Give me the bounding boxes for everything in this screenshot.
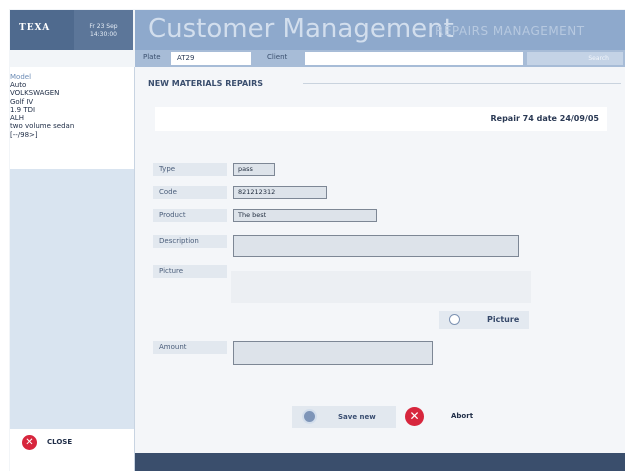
date-text: Fr 23 Sep [89, 23, 118, 30]
search-button[interactable]: Search [527, 52, 623, 65]
date-time-display: Fr 23 Sep 14:30:00 [74, 10, 133, 50]
client-label: Client [267, 53, 288, 61]
type-label: Type [153, 163, 227, 176]
picture-area [231, 271, 531, 303]
amount-label: Amount [153, 341, 227, 354]
vehicle-details: Auto VOLKSWAGEN Golf IV 1.9 TDI ALH two … [10, 81, 134, 139]
footer-bar [135, 453, 625, 471]
abort-label: Abort [451, 412, 474, 420]
repair-info: Repair 74 date 24/09/05 [490, 114, 599, 123]
client-field[interactable] [305, 52, 523, 65]
section-title: NEW MATERIALS REPAIRS [148, 79, 264, 88]
save-new-button[interactable]: Save new [292, 406, 396, 428]
amount-field[interactable] [233, 341, 433, 365]
title-bar: Customer Management REPAIRS MANAGEMENT [135, 10, 625, 50]
repair-form: NEW MATERIALS REPAIRS Repair 74 date 24/… [135, 67, 625, 453]
time-text: 14:30:00 [90, 31, 117, 38]
vehicle-line: VOLKSWAGEN [10, 89, 60, 98]
picture-button[interactable]: Picture [439, 311, 529, 329]
picture-icon [449, 314, 460, 325]
plate-label: Plate [143, 53, 161, 61]
abort-button[interactable]: ✕ Abort [403, 406, 503, 428]
abort-icon: ✕ [405, 407, 424, 426]
vehicle-line: 1.9 TDI [10, 105, 36, 114]
vehicle-line: Auto [10, 81, 27, 89]
model-header: Model [10, 73, 32, 81]
picture-label: Picture [153, 265, 227, 278]
section-divider [303, 83, 621, 84]
code-field[interactable]: 821212312 [233, 186, 327, 199]
description-field[interactable] [233, 235, 519, 257]
save-new-label: Save new [338, 413, 376, 421]
repair-info-box: Repair 74 date 24/09/05 [155, 107, 607, 131]
vehicle-line: ALH [10, 114, 24, 123]
type-field[interactable]: pass [233, 163, 275, 176]
vehicle-line: Golf IV [10, 97, 34, 106]
product-label: Product [153, 209, 227, 222]
vehicle-sidebar: Model Auto VOLKSWAGEN Golf IV 1.9 TDI AL… [10, 67, 135, 471]
logo-text: TEXA [19, 23, 51, 33]
vehicle-line: two volume sedan [10, 122, 75, 131]
close-icon: ✕ [22, 434, 37, 450]
plate-bar: Plate AT29 Client Search [135, 50, 625, 67]
save-icon [302, 409, 317, 424]
product-field[interactable]: The best [233, 209, 377, 222]
close-label: CLOSE [47, 438, 73, 446]
page-title: Customer Management [148, 14, 454, 44]
page-subtitle: REPAIRS MANAGEMENT [435, 24, 585, 38]
sidebar-panel [10, 169, 134, 429]
plate-field[interactable]: AT29 [171, 52, 251, 65]
description-label: Description [153, 235, 227, 248]
vehicle-line: [--/98>] [10, 130, 38, 139]
close-button[interactable]: ✕ CLOSE [22, 431, 72, 453]
picture-button-label: Picture [487, 315, 520, 324]
code-label: Code [153, 186, 227, 199]
